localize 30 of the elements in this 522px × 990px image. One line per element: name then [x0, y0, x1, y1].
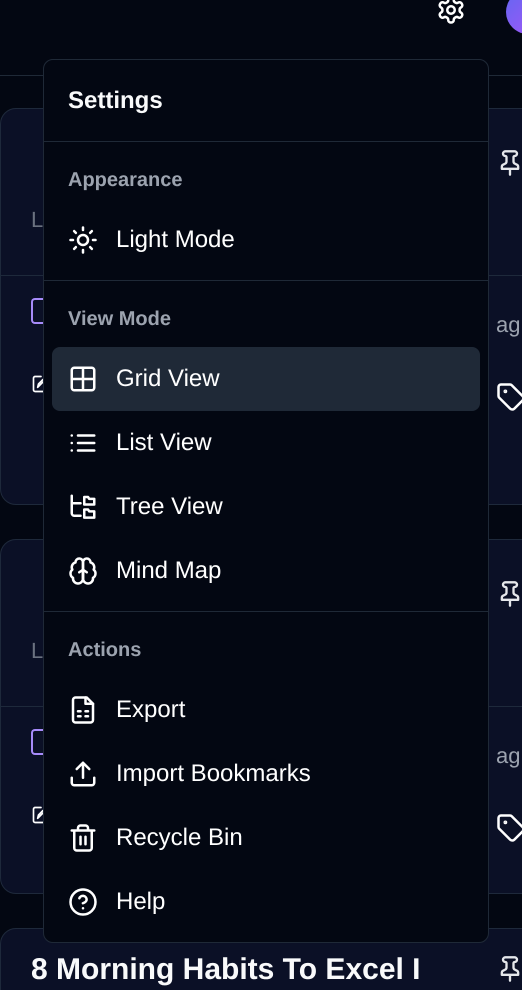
edit-icon[interactable] — [31, 374, 43, 394]
tag-icon — [496, 813, 522, 843]
menu-item[interactable]: Export — [52, 678, 480, 742]
card-url: L — [31, 638, 44, 664]
card-title: 8 Morning Habits To Excel I — [31, 953, 421, 987]
folder-tree-icon — [68, 492, 98, 522]
menu-item[interactable]: List View — [52, 411, 480, 475]
menu-title: Settings — [68, 86, 163, 114]
sun-icon — [68, 225, 98, 255]
grid-icon — [68, 364, 98, 394]
edit-icon[interactable] — [31, 805, 43, 825]
menu-item[interactable]: Tree View — [52, 475, 480, 539]
help-icon — [68, 887, 98, 917]
section-label: Actions — [67, 638, 142, 663]
brain-icon — [68, 556, 98, 586]
menu-item[interactable]: Grid View — [52, 347, 480, 411]
card-time: ag — [496, 312, 522, 338]
settings-icon — [436, 0, 466, 25]
upload-icon — [68, 759, 98, 789]
menu-item[interactable]: Mind Map — [52, 539, 480, 603]
card-url: L — [31, 207, 44, 233]
menu-item[interactable]: Import Bookmarks — [52, 742, 480, 806]
trash-icon — [68, 823, 98, 853]
menu-item[interactable]: Help — [52, 870, 480, 934]
menu-item[interactable]: Recycle Bin — [52, 806, 480, 870]
section-label: View Mode — [67, 307, 172, 332]
section-label: Appearance — [67, 168, 184, 193]
tag-icon — [496, 382, 522, 412]
menu-item[interactable]: Light Mode — [52, 208, 480, 272]
card-time: ag — [496, 743, 522, 769]
